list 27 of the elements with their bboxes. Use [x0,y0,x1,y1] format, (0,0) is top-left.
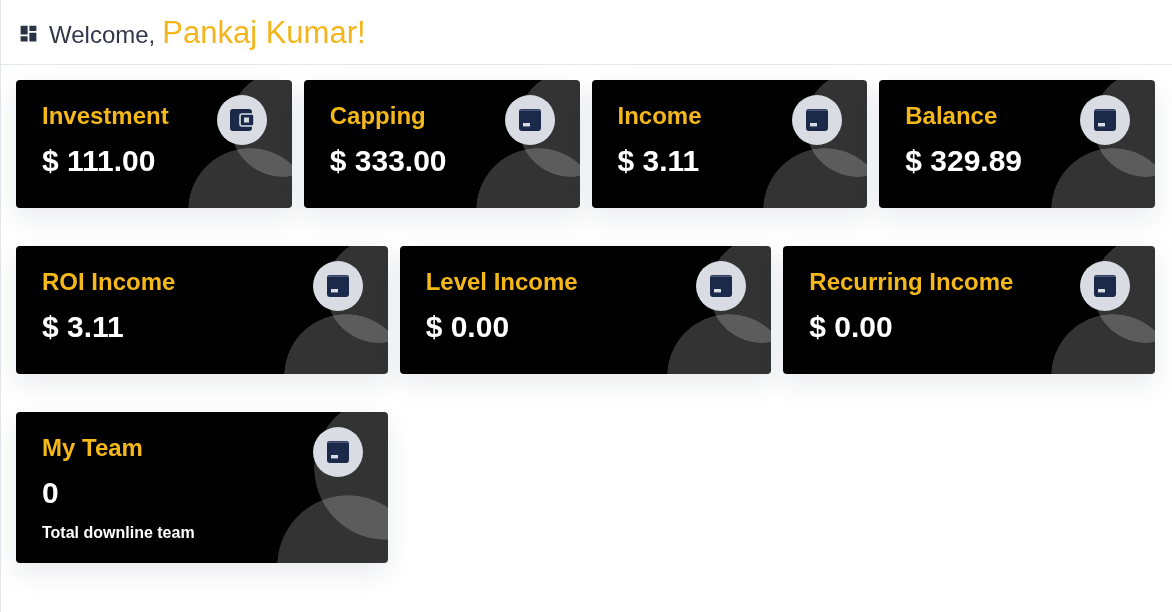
card-title: Capping [329,101,426,131]
panel-icon [504,95,555,145]
user-name: Pankaj Kumar! [162,15,366,51]
card-value: $ 329.89 [905,143,1023,179]
card-value: 0 [42,475,59,511]
panel-icon [1080,95,1130,145]
card-title: Level Income [425,267,578,297]
card-title: Balance [905,101,998,131]
card-value: $ 3.11 [617,143,700,179]
card-value: $ 0.00 [425,309,510,345]
panel-icon [696,261,747,311]
wallet-icon [216,95,267,145]
card-value: $ 111.00 [42,143,156,179]
panel-icon [312,427,363,477]
card-title: Income [617,101,702,131]
panel-icon [312,261,363,311]
card-value: $ 333.00 [329,143,447,179]
card-note: Total downline team [42,523,195,543]
welcome-text: Welcome, [49,21,156,49]
card-title: Recurring Income [809,267,1014,297]
card-value: $ 3.11 [42,309,124,345]
card-title: Investment [42,101,169,131]
panel-icon [1080,261,1130,311]
panel-icon [792,95,843,145]
card-value: $ 0.00 [809,309,893,345]
card-title: My Team [42,433,143,463]
card-title: ROI Income [42,267,176,297]
